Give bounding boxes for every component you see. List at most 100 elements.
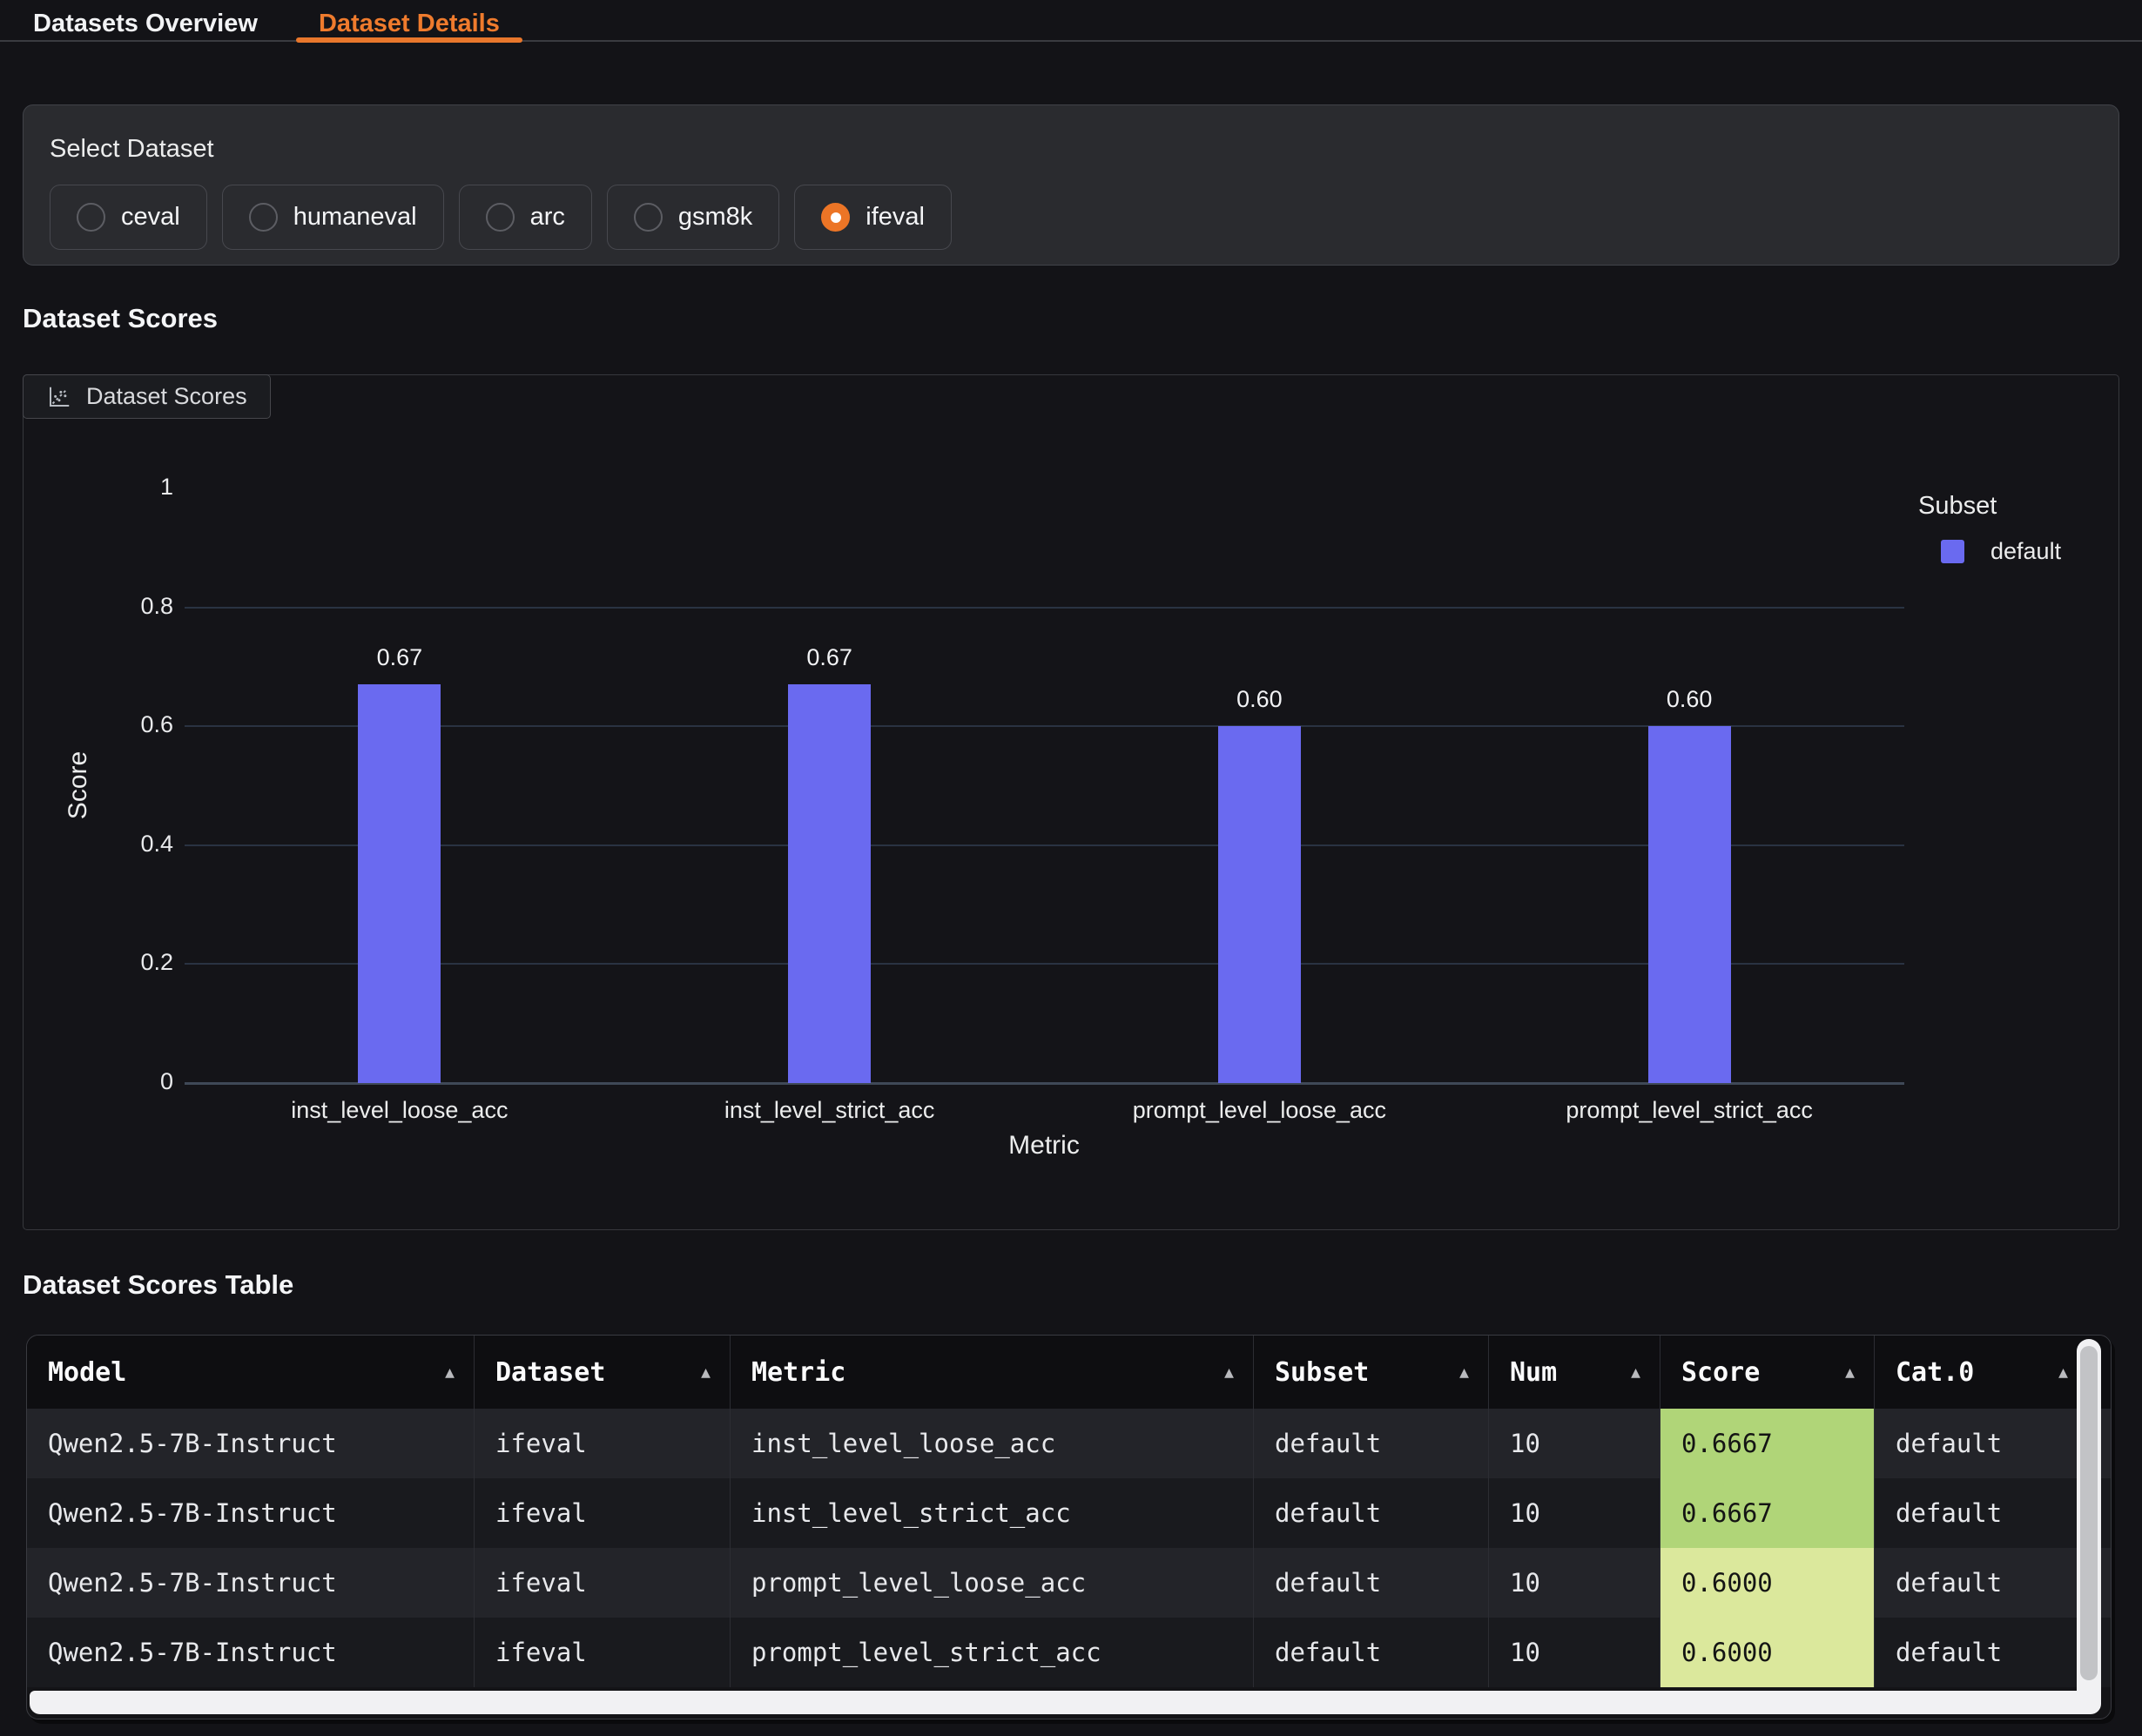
cell-dataset[interactable]: ifeval	[475, 1618, 731, 1687]
gridline	[185, 844, 1904, 846]
dataset-scores-chart-panel: 00.20.40.60.810.67inst_level_loose_acc0.…	[23, 374, 2119, 1230]
radio-indicator	[77, 203, 105, 232]
column-header-label: Num	[1510, 1357, 1557, 1388]
cell-dataset[interactable]: ifeval	[475, 1478, 731, 1548]
radio-indicator	[249, 203, 278, 232]
column-header-label: Model	[48, 1357, 126, 1388]
cell-model[interactable]: Qwen2.5-7B-Instruct	[27, 1409, 475, 1478]
cell-score[interactable]: 0.6000	[1660, 1548, 1875, 1618]
radio-option-humaneval[interactable]: humaneval	[222, 185, 444, 250]
x-axis-title: Metric	[1008, 1131, 1080, 1161]
column-header-model[interactable]: Model ▲	[27, 1336, 475, 1409]
cell-model[interactable]: Qwen2.5-7B-Instruct	[27, 1548, 475, 1618]
x-axis-tick-label: inst_level_strict_acc	[724, 1097, 935, 1124]
vertical-scrollbar[interactable]	[2077, 1339, 2101, 1714]
tab-dataset-details[interactable]: Dataset Details	[296, 0, 522, 40]
column-header-metric[interactable]: Metric ▲	[731, 1336, 1254, 1409]
radio-indicator	[821, 203, 850, 232]
cell-metric[interactable]: prompt_level_strict_acc	[731, 1618, 1254, 1687]
cell-metric[interactable]: inst_level_strict_acc	[731, 1478, 1254, 1548]
radio-option-ifeval[interactable]: ifeval	[794, 185, 952, 250]
bar-inst_level_loose_acc[interactable]	[358, 684, 441, 1083]
y-axis-tick-label: 0.8	[34, 593, 173, 620]
cell-cat0[interactable]: default	[1875, 1618, 2087, 1687]
sort-icon[interactable]: ▲	[445, 1363, 455, 1382]
chart-panel-label: Dataset Scores	[23, 374, 271, 419]
gridline	[185, 725, 1904, 727]
column-header-dataset[interactable]: Dataset ▲	[475, 1336, 731, 1409]
radio-indicator	[486, 203, 515, 232]
sort-icon[interactable]: ▲	[701, 1363, 711, 1382]
radio-label: gsm8k	[678, 203, 752, 232]
table-row: Qwen2.5-7B-Instruct ifeval prompt_level_…	[27, 1618, 2111, 1687]
bar-value-label: 0.60	[1667, 686, 1713, 713]
x-axis-tick-label: inst_level_loose_acc	[291, 1097, 508, 1124]
radio-option-ceval[interactable]: ceval	[50, 185, 207, 250]
cell-num[interactable]: 10	[1489, 1478, 1660, 1548]
column-header-label: Cat.0	[1896, 1357, 1974, 1388]
vertical-scrollbar-thumb[interactable]	[2080, 1346, 2098, 1680]
sort-icon[interactable]: ▲	[1459, 1363, 1469, 1382]
legend-title: Subset	[1918, 492, 2061, 521]
bar-value-label: 0.67	[806, 644, 852, 671]
table-header-row: Model ▲ Dataset ▲ Metric ▲ Subset ▲ Num …	[27, 1336, 2111, 1409]
cell-cat0[interactable]: default	[1875, 1409, 2087, 1478]
column-header-cat0[interactable]: Cat.0 ▲	[1875, 1336, 2087, 1409]
bar-prompt_level_strict_acc[interactable]	[1648, 726, 1731, 1083]
cell-subset[interactable]: default	[1254, 1409, 1489, 1478]
radio-indicator	[634, 203, 663, 232]
radio-option-arc[interactable]: arc	[459, 185, 592, 250]
legend-item-default[interactable]: default	[1918, 538, 2061, 565]
y-axis-tick-label: 0	[34, 1068, 173, 1095]
horizontal-scrollbar[interactable]	[30, 1691, 2101, 1714]
cell-model[interactable]: Qwen2.5-7B-Instruct	[27, 1478, 475, 1548]
cell-score[interactable]: 0.6667	[1660, 1409, 1875, 1478]
sort-icon[interactable]: ▲	[1845, 1363, 1855, 1382]
chart-plot-area: 00.20.40.60.810.67inst_level_loose_acc0.…	[24, 375, 2118, 1229]
column-header-num[interactable]: Num ▲	[1489, 1336, 1660, 1409]
select-dataset-label: Select Dataset	[50, 135, 2094, 164]
bar-value-label: 0.67	[377, 644, 423, 671]
legend-item-label: default	[1990, 538, 2061, 565]
radio-label: arc	[530, 203, 565, 232]
cell-score[interactable]: 0.6667	[1660, 1478, 1875, 1548]
cell-num[interactable]: 10	[1489, 1409, 1660, 1478]
radio-option-gsm8k[interactable]: gsm8k	[607, 185, 779, 250]
bar-inst_level_strict_acc[interactable]	[788, 684, 871, 1083]
y-axis-tick-label: 0.2	[34, 949, 173, 976]
radio-label: ifeval	[866, 203, 925, 232]
cell-subset[interactable]: default	[1254, 1548, 1489, 1618]
cell-subset[interactable]: default	[1254, 1478, 1489, 1548]
cell-cat0[interactable]: default	[1875, 1478, 2087, 1548]
cell-model[interactable]: Qwen2.5-7B-Instruct	[27, 1618, 475, 1687]
radio-label: ceval	[121, 203, 180, 232]
x-axis-tick-label: prompt_level_strict_acc	[1566, 1097, 1813, 1124]
cell-metric[interactable]: prompt_level_loose_acc	[731, 1548, 1254, 1618]
y-axis-title: Score	[64, 751, 93, 819]
dataset-scores-table-heading: Dataset Scores Table	[23, 1269, 293, 1301]
cell-dataset[interactable]: ifeval	[475, 1548, 731, 1618]
cell-num[interactable]: 10	[1489, 1618, 1660, 1687]
cell-subset[interactable]: default	[1254, 1618, 1489, 1687]
cell-metric[interactable]: inst_level_loose_acc	[731, 1409, 1254, 1478]
dataset-radio-group: ceval humaneval arc gsm8k ifeval	[50, 185, 2094, 250]
gridline	[185, 607, 1904, 609]
x-axis-line	[185, 1082, 1904, 1085]
column-header-score[interactable]: Score ▲	[1660, 1336, 1875, 1409]
tab-bar: Datasets Overview Dataset Details	[0, 0, 2142, 42]
gridline	[185, 963, 1904, 965]
sort-icon[interactable]: ▲	[1631, 1363, 1640, 1382]
column-header-label: Score	[1681, 1357, 1760, 1388]
column-header-subset[interactable]: Subset ▲	[1254, 1336, 1489, 1409]
cell-score[interactable]: 0.6000	[1660, 1618, 1875, 1687]
y-axis-tick-label: 0.4	[34, 831, 173, 858]
cell-cat0[interactable]: default	[1875, 1548, 2087, 1618]
bar-prompt_level_loose_acc[interactable]	[1218, 726, 1301, 1083]
sort-icon[interactable]: ▲	[2058, 1363, 2068, 1382]
sort-icon[interactable]: ▲	[1224, 1363, 1234, 1382]
select-dataset-panel: Select Dataset ceval humaneval arc gsm8k…	[23, 104, 2119, 266]
cell-dataset[interactable]: ifeval	[475, 1409, 731, 1478]
cell-num[interactable]: 10	[1489, 1548, 1660, 1618]
scatter-plot-icon	[46, 384, 72, 410]
tab-datasets-overview[interactable]: Datasets Overview	[10, 0, 280, 40]
